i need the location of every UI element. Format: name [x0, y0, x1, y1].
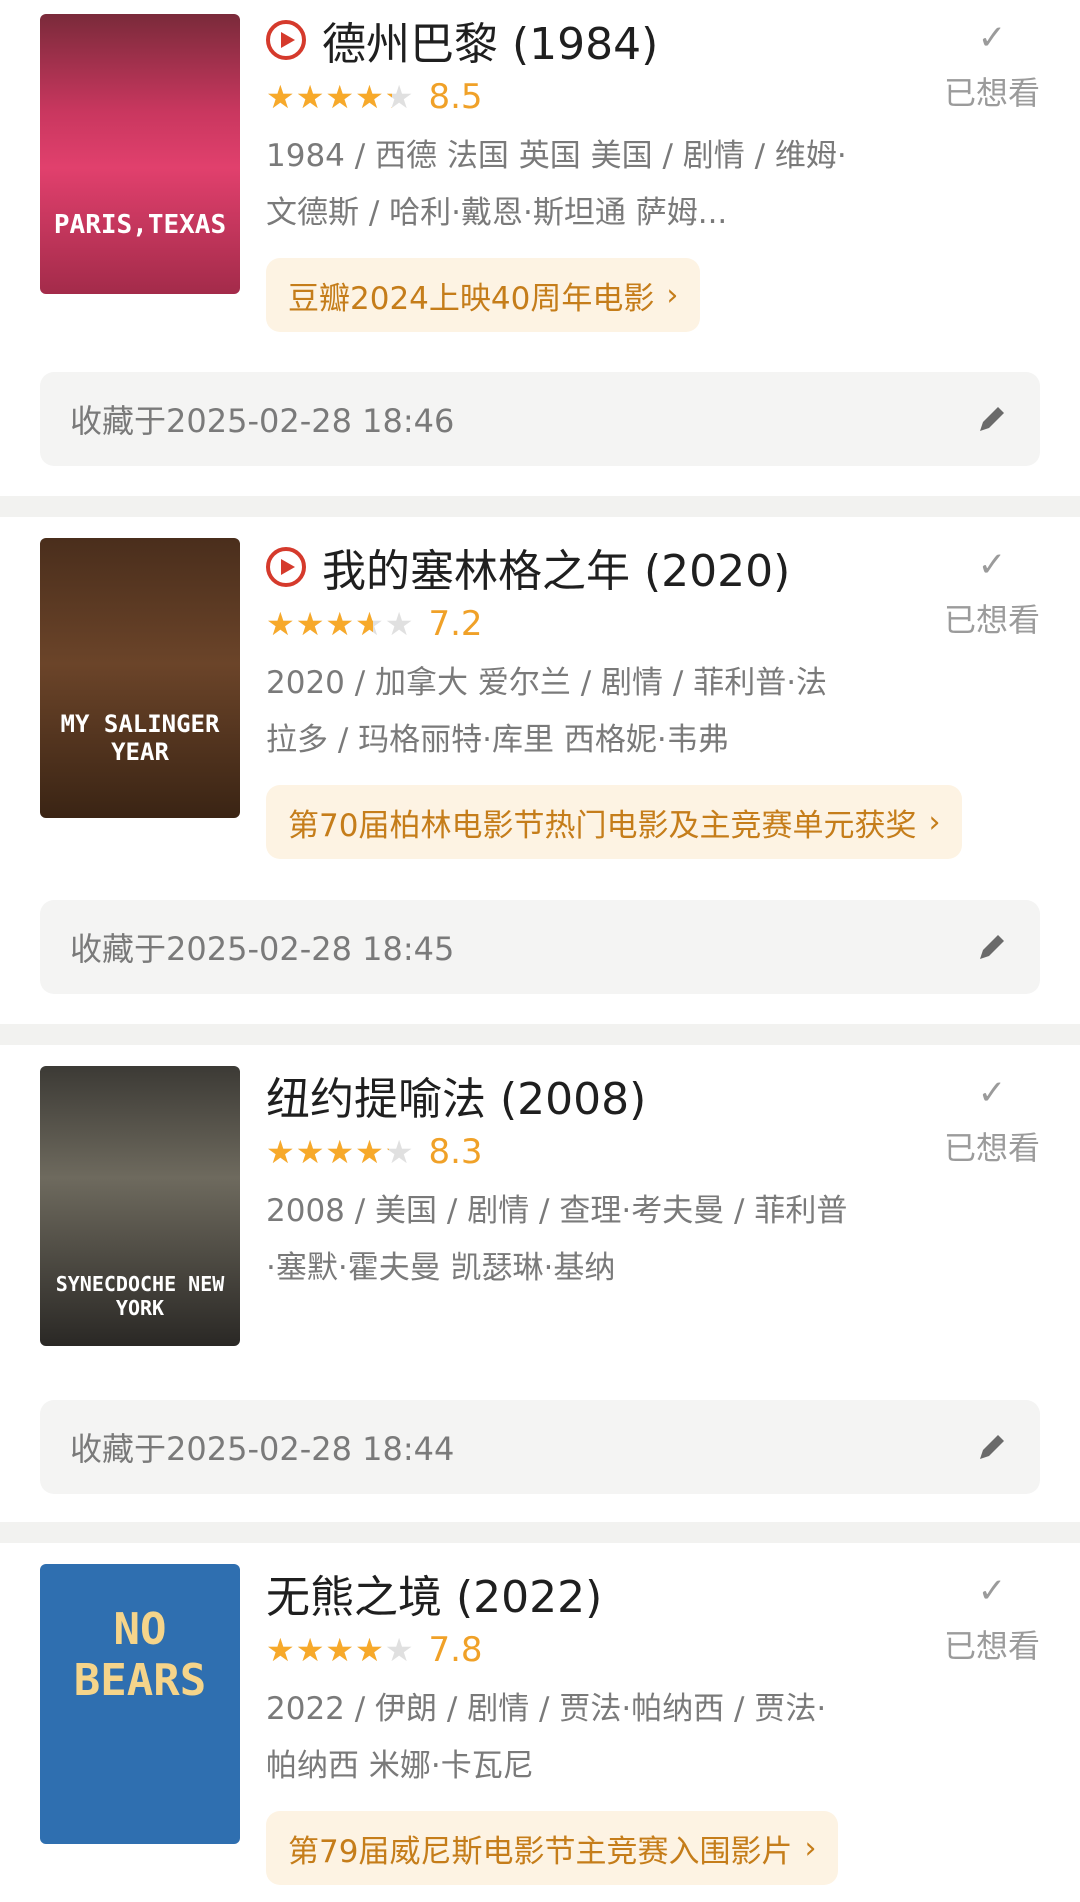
rating-score: 7.2 [428, 604, 483, 644]
movie-card[interactable]: MY SALINGER YEAR 我的塞林格之年 (2020) ★★★★★ ★★★… [0, 517, 1080, 1024]
movie-title-text: 无熊之境 (2022) [266, 1572, 603, 1623]
star-rating-icon: ★★★★★★★★★★ [266, 605, 415, 643]
divider [0, 1024, 1080, 1045]
check-icon: ✓ [977, 1571, 1007, 1611]
movie-list: PARIS,TEXAS 德州巴黎 (1984) ★★★★★★★★★★ 8.5 1… [0, 0, 1080, 1902]
movie-title[interactable]: 无熊之境 (2022) [266, 1563, 900, 1623]
want-to-watch-button[interactable]: ✓ 已想看 [932, 1073, 1052, 1169]
want-to-watch-button[interactable]: ✓ 已想看 [932, 1571, 1052, 1667]
want-to-watch-button[interactable]: ✓ 已想看 [932, 545, 1052, 641]
award-tag-label: 豆瓣2024上映40周年电影 [288, 280, 655, 317]
movie-meta: 2022 / 伊朗 / 剧情 / 贾法·帕纳西 / 贾法·帕纳西 米娜·卡瓦尼 [266, 1691, 827, 1784]
saved-time: 收藏于2025-02-28 18:46 [70, 402, 455, 440]
want-to-watch-label: 已想看 [943, 601, 1040, 639]
movie-poster[interactable]: SYNECDOCHE NEW YORK [40, 1066, 240, 1346]
award-tag-label: 第79届威尼斯电影节主竞赛入围影片 [288, 1833, 793, 1870]
rating-score: 8.5 [428, 77, 483, 117]
check-icon: ✓ [977, 545, 1007, 585]
pencil-icon[interactable] [974, 929, 1010, 965]
saved-info-bar: 收藏于2025-02-28 18:45 [40, 900, 1040, 994]
star-rating-icon: ★★★★★★★★★★ [266, 1631, 415, 1669]
saved-info-bar: 收藏于2025-02-28 18:46 [40, 372, 1040, 466]
movie-poster[interactable]: MY SALINGER YEAR [40, 538, 240, 818]
want-to-watch-label: 已想看 [943, 1627, 1040, 1665]
movie-card[interactable]: SYNECDOCHE NEW YORK 纽约提喻法 (2008) ★★★★★ ★★… [0, 1045, 1080, 1522]
chevron-right-icon: › [666, 277, 679, 313]
award-tag[interactable]: 第79届威尼斯电影节主竞赛入围影片 › [266, 1811, 839, 1885]
movie-title-text: 我的塞林格之年 (2020) [322, 546, 791, 597]
movie-title-text: 德州巴黎 (1984) [322, 19, 659, 70]
check-icon: ✓ [977, 1073, 1007, 1113]
rating: ★★★★★★★★★★ 7.2 [266, 599, 900, 649]
movie-poster[interactable]: PARIS,TEXAS [40, 14, 240, 294]
movie-meta: 1984 / 西德 法国 英国 美国 / 剧情 / 维姆·文德斯 / 哈利·戴恩… [266, 138, 847, 231]
poster-title: PARIS,TEXAS [53, 210, 227, 240]
pencil-icon[interactable] [974, 401, 1010, 437]
poster-title: MY SALINGER YEAR [60, 710, 220, 766]
rating: ★★★★★★★★★★ 7.8 [266, 1625, 900, 1675]
want-to-watch-button[interactable]: ✓ 已想看 [932, 18, 1052, 114]
chevron-right-icon: › [804, 1830, 817, 1866]
movie-title[interactable]: 我的塞林格之年 (2020) [266, 537, 900, 597]
award-tag[interactable]: 第70届柏林电影节热门电影及主竞赛单元获奖 › [266, 785, 963, 859]
saved-info-bar: 收藏于2025-02-28 18:44 [40, 1400, 1040, 1494]
movie-meta: 2020 / 加拿大 爱尔兰 / 剧情 / 菲利普·法拉多 / 玛格丽特·库里 … [266, 665, 828, 758]
poster-title: NO BEARS [73, 1604, 207, 1706]
movie-card[interactable]: NO BEARS 无熊之境 (2022) ★★★★★★★★★★ 7.8 2022… [0, 1543, 1080, 1902]
chevron-right-icon: › [928, 804, 941, 840]
movie-title[interactable]: 德州巴黎 (1984) [266, 10, 900, 70]
check-icon: ✓ [977, 18, 1007, 58]
award-tag-label: 第70届柏林电影节热门电影及主竞赛单元获奖 [288, 807, 917, 844]
movie-title[interactable]: 纽约提喻法 (2008) [266, 1065, 900, 1125]
poster-title: SYNECDOCHE NEW YORK [55, 1272, 225, 1320]
play-icon[interactable] [266, 547, 306, 587]
movie-title-text: 纽约提喻法 (2008) [266, 1074, 647, 1125]
saved-time: 收藏于2025-02-28 18:45 [70, 930, 455, 968]
want-to-watch-label: 已想看 [943, 1129, 1040, 1167]
star-rating-icon: ★★★★★★★★★★ [266, 1133, 415, 1171]
star-rating-icon: ★★★★★★★★★★ [266, 78, 415, 116]
movie-meta: 2008 / 美国 / 剧情 / 查理·考夫曼 / 菲利普·塞默·霍夫曼 凯瑟琳… [266, 1193, 848, 1286]
movie-poster[interactable]: NO BEARS [40, 1564, 240, 1844]
pencil-icon[interactable] [974, 1429, 1010, 1465]
movie-card[interactable]: PARIS,TEXAS 德州巴黎 (1984) ★★★★★★★★★★ 8.5 1… [0, 0, 1080, 496]
saved-time: 收藏于2025-02-28 18:44 [70, 1430, 455, 1468]
want-to-watch-label: 已想看 [943, 74, 1040, 112]
rating-score: 8.3 [428, 1132, 483, 1172]
rating-score: 7.8 [428, 1630, 483, 1670]
rating: ★★★★★★★★★★ 8.3 [266, 1127, 900, 1177]
play-icon[interactable] [266, 20, 306, 60]
award-tag[interactable]: 豆瓣2024上映40周年电影 › [266, 258, 701, 332]
rating: ★★★★★★★★★★ 8.5 [266, 72, 900, 122]
divider [0, 496, 1080, 517]
divider [0, 1522, 1080, 1543]
